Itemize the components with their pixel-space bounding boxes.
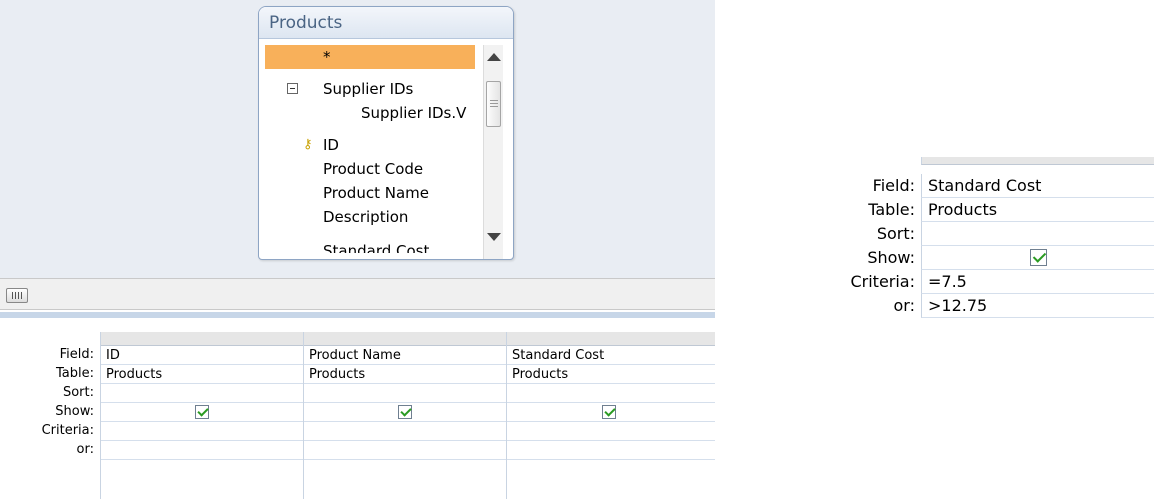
field-item-supplier-ids-value[interactable]: Supplier IDs.V [361, 101, 466, 125]
criteria-detail-view: Field: Table: Sort: Show: Criteria: or: … [818, 157, 1154, 356]
row-label-criteria: Criteria: [41, 423, 94, 438]
field-item-description[interactable]: Description [323, 205, 408, 229]
grid-column-product-name: Product Name Products [303, 332, 506, 499]
sort-cell[interactable] [921, 222, 1154, 246]
table-cell[interactable]: Products [507, 365, 715, 384]
field-item-all[interactable]: * [265, 45, 475, 69]
criteria-cell[interactable]: =7.5 [921, 270, 1154, 294]
criteria-cell[interactable] [507, 422, 715, 441]
row-label-criteria: Criteria: [850, 272, 915, 291]
row-label-sort: Sort: [62, 385, 94, 400]
column-selector[interactable] [921, 157, 1154, 165]
show-cell [304, 403, 506, 422]
show-checkbox[interactable] [398, 405, 412, 419]
products-field-list[interactable]: Products * Supplier IDs Supplier IDs.V ⚷… [258, 6, 514, 260]
show-checkbox[interactable] [602, 405, 616, 419]
scroll-down-icon[interactable] [487, 233, 501, 241]
or-cell[interactable] [101, 441, 303, 460]
show-checkbox[interactable] [195, 405, 209, 419]
row-label-sort: Sort: [876, 224, 915, 243]
scroll-up-icon[interactable] [487, 53, 501, 61]
grid-column-id: ID Products [100, 332, 303, 499]
show-cell [921, 246, 1154, 270]
table-pane: Products * Supplier IDs Supplier IDs.V ⚷… [0, 0, 715, 278]
query-design-view: Products * Supplier IDs Supplier IDs.V ⚷… [0, 0, 715, 499]
table-cell[interactable]: Products [101, 365, 303, 384]
column-selector[interactable] [507, 332, 715, 346]
grid-column-standard-cost: Standard Cost Products [506, 332, 715, 499]
row-label-field: Field: [872, 176, 915, 195]
field-item-product-code[interactable]: Product Code [323, 157, 423, 181]
column-selector[interactable] [304, 332, 506, 346]
field-item-product-name[interactable]: Product Name [323, 181, 429, 205]
field-cell[interactable]: ID [101, 346, 303, 365]
show-cell [101, 403, 303, 422]
criteria-cell[interactable] [101, 422, 303, 441]
field-item-supplier-ids[interactable]: Supplier IDs [323, 77, 413, 101]
row-label-show: Show: [867, 248, 915, 267]
row-label-show: Show: [55, 404, 94, 419]
row-label-table: Table: [56, 366, 94, 381]
row-label-or: or: [893, 296, 915, 315]
show-cell [507, 403, 715, 422]
criteria-cell[interactable] [304, 422, 506, 441]
field-list-title[interactable]: Products [259, 7, 513, 39]
query-design-grid: Field: Table: Sort: Show: Criteria: or: … [0, 318, 715, 499]
sort-cell[interactable] [101, 384, 303, 403]
field-cell[interactable]: Standard Cost [507, 346, 715, 365]
field-item-standard-cost[interactable]: Standard Cost [323, 239, 429, 253]
column-selector[interactable] [101, 332, 303, 346]
row-label-field: Field: [59, 347, 94, 362]
scrollbar-thumb[interactable] [486, 81, 501, 127]
field-item-id[interactable]: ID [323, 133, 339, 157]
table-cell[interactable]: Products [921, 198, 1154, 222]
show-checkbox[interactable] [1030, 249, 1047, 266]
table-cell[interactable]: Products [304, 365, 506, 384]
row-label-or: or: [76, 442, 94, 457]
or-cell[interactable]: >12.75 [921, 294, 1154, 318]
or-cell[interactable] [304, 441, 506, 460]
field-cell[interactable]: Standard Cost [921, 174, 1154, 198]
primary-key-icon: ⚷ [303, 137, 313, 152]
sort-cell[interactable] [304, 384, 506, 403]
row-label-table: Table: [868, 200, 915, 219]
splitter-grip-icon[interactable] [6, 288, 28, 303]
or-cell[interactable] [507, 441, 715, 460]
pane-splitter[interactable] [0, 278, 715, 310]
field-list-body: * Supplier IDs Supplier IDs.V ⚷ ID Produ… [265, 45, 507, 259]
collapse-icon[interactable] [287, 83, 298, 94]
field-list-scrollbar[interactable] [483, 45, 503, 259]
field-cell[interactable]: Product Name [304, 346, 506, 365]
sort-cell[interactable] [507, 384, 715, 403]
